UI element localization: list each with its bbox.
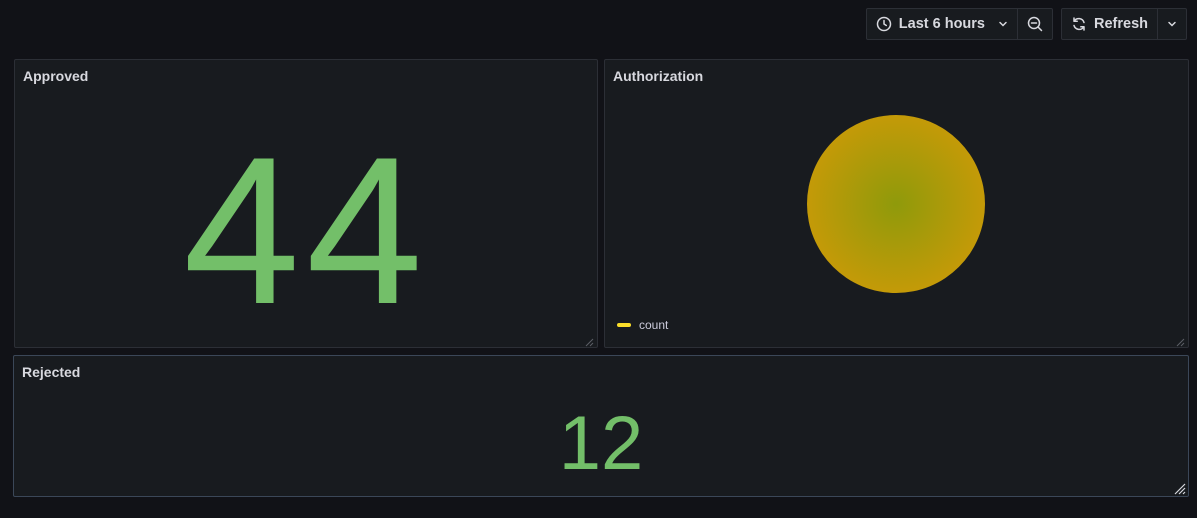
- resize-handle-icon[interactable]: [1174, 482, 1186, 495]
- refresh-interval-dropdown[interactable]: [1157, 9, 1186, 39]
- panel-title: Rejected: [22, 364, 81, 380]
- resize-handle-icon[interactable]: [1175, 334, 1185, 347]
- refresh-group: Refresh: [1061, 8, 1187, 40]
- dashboard-toolbar: Last 6 hours Refresh: [865, 8, 1187, 40]
- legend: count: [617, 318, 668, 332]
- legend-swatch: [617, 323, 631, 327]
- panel-rejected[interactable]: Rejected 12: [13, 355, 1189, 497]
- refresh-button[interactable]: Refresh: [1062, 9, 1157, 39]
- stat-value: 44: [183, 113, 429, 348]
- chevron-down-icon: [1167, 19, 1177, 29]
- resize-handle-icon[interactable]: [584, 334, 594, 347]
- refresh-icon: [1071, 16, 1087, 32]
- panel-authorization[interactable]: Authorization count: [604, 59, 1189, 348]
- panel-approved[interactable]: Approved 44: [14, 59, 598, 348]
- zoom-out-icon: [1027, 16, 1043, 32]
- panel-title: Approved: [23, 68, 89, 84]
- zoom-out-button[interactable]: [1017, 9, 1052, 39]
- time-range-picker[interactable]: Last 6 hours: [867, 9, 1017, 39]
- pie-slice-count[interactable]: [807, 115, 985, 293]
- pie-chart: [807, 115, 985, 293]
- legend-label[interactable]: count: [639, 318, 668, 332]
- chevron-down-icon: [998, 19, 1008, 29]
- refresh-label: Refresh: [1094, 16, 1148, 32]
- stat-value: 12: [558, 401, 644, 486]
- time-range-label: Last 6 hours: [898, 16, 985, 32]
- time-picker-group: Last 6 hours: [865, 8, 1053, 40]
- clock-icon: [876, 16, 892, 32]
